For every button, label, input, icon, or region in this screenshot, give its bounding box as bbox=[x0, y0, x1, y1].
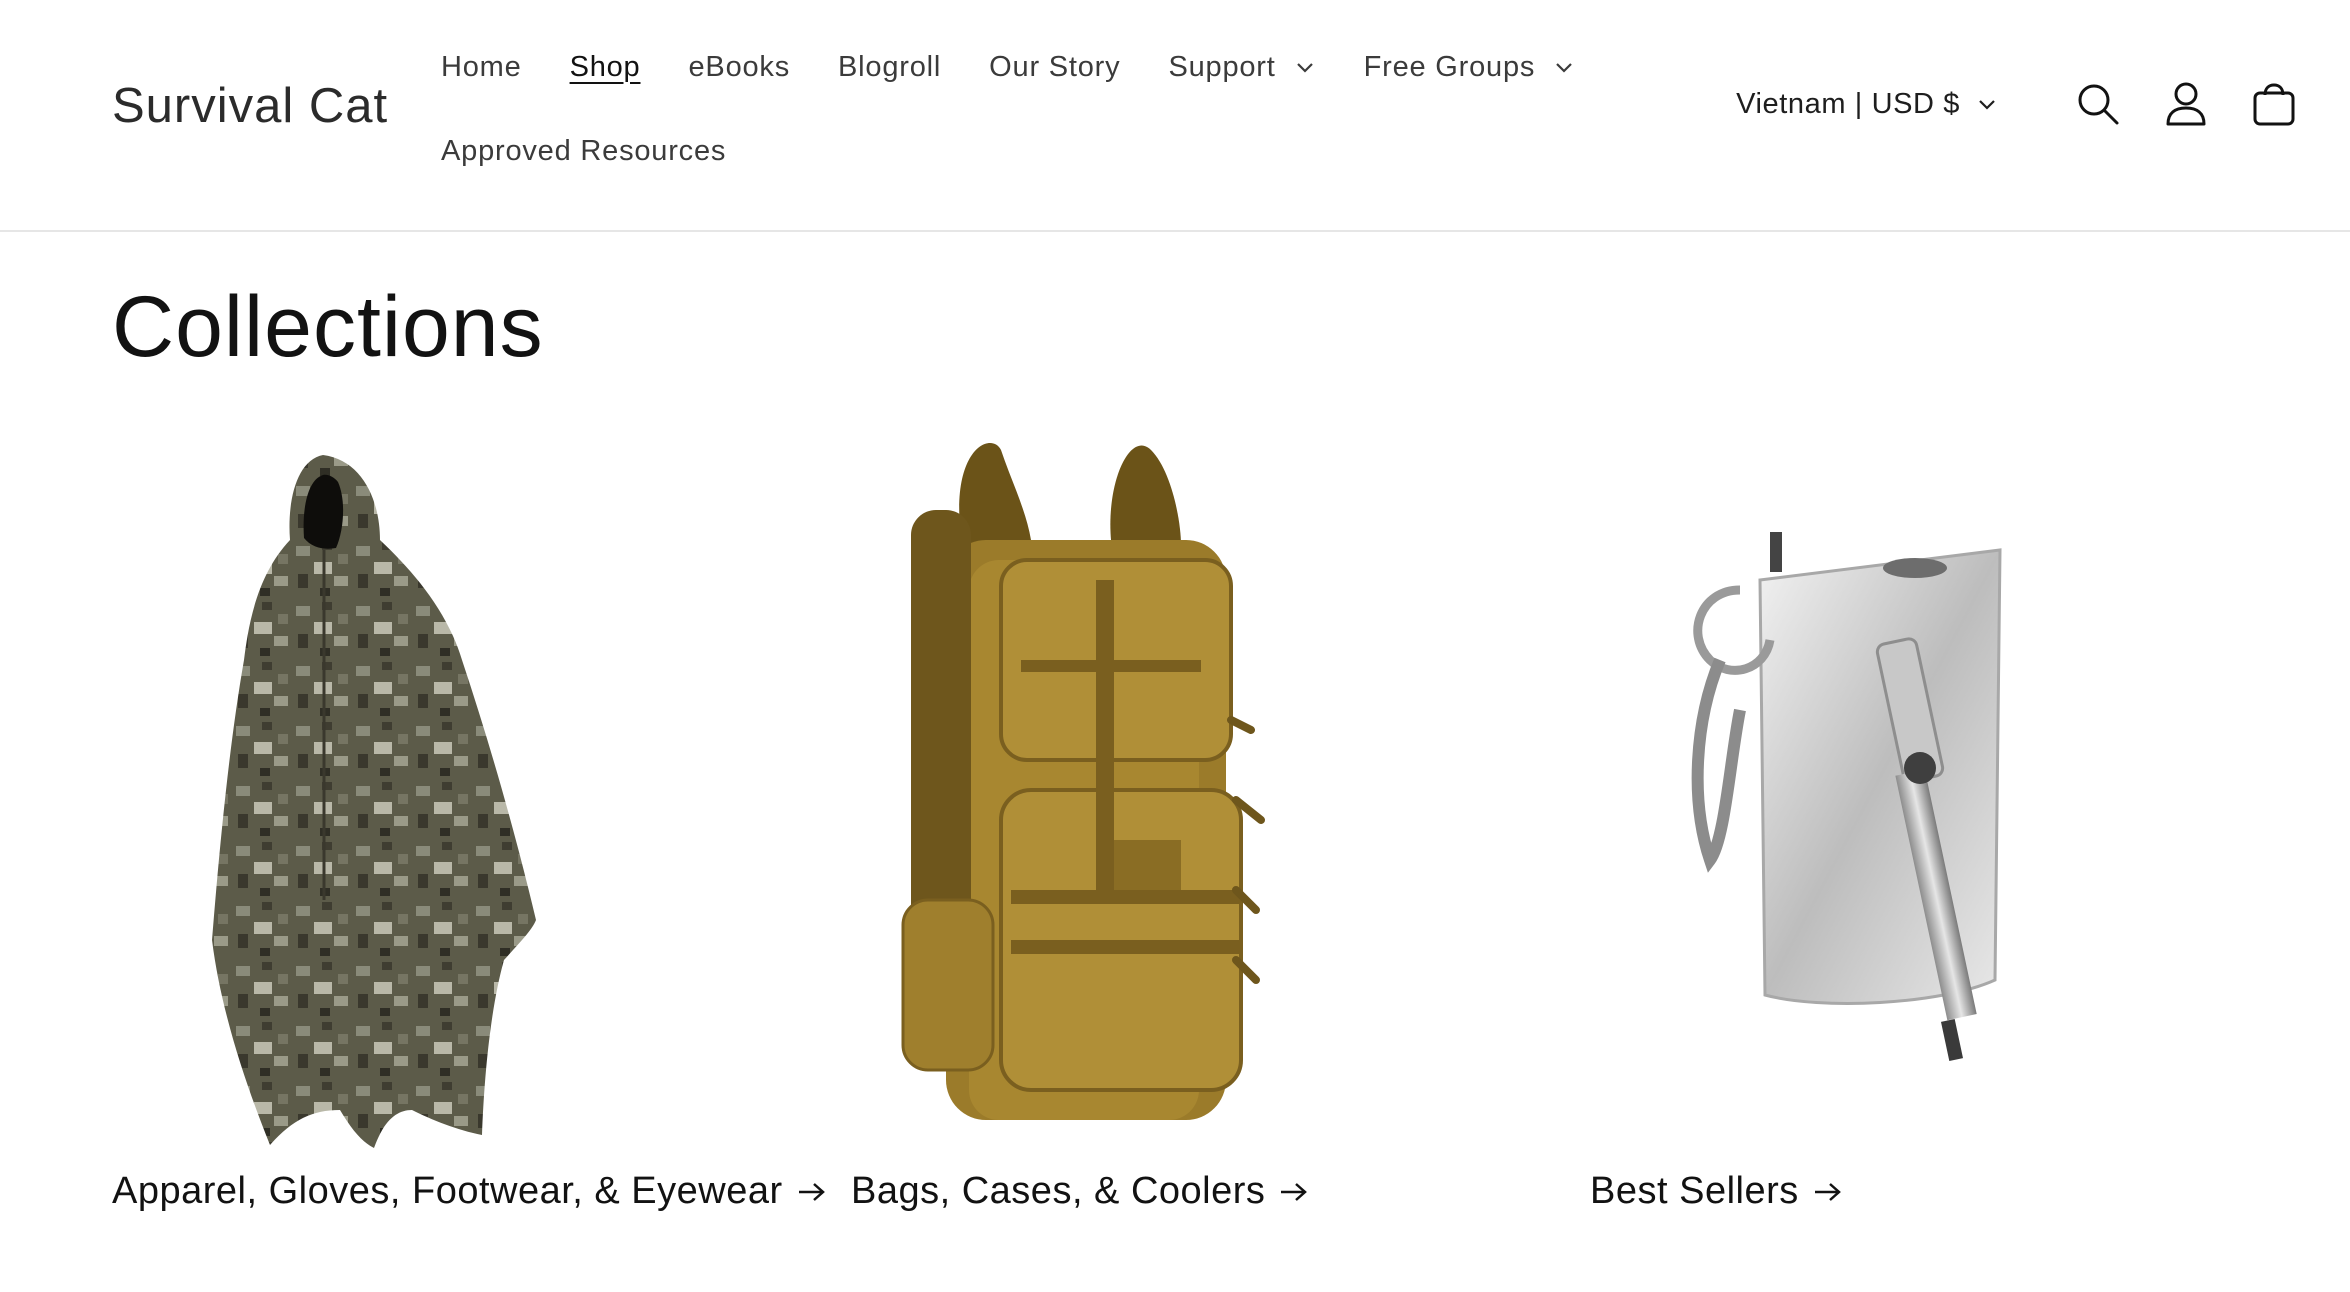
collection-card-best-sellers[interactable]: Best Sellers bbox=[1590, 420, 2280, 1212]
nav-item-free-groups-label: Free Groups bbox=[1363, 50, 1536, 83]
arrow-right-icon bbox=[797, 1180, 827, 1204]
nav-item-support[interactable]: Support bbox=[1168, 51, 1315, 84]
nav-row-1: Home Shop eBooks Blogroll Our Story Supp… bbox=[441, 40, 1591, 94]
cart-icon[interactable] bbox=[2248, 78, 2300, 130]
account-icon[interactable] bbox=[2160, 78, 2212, 130]
collection-link[interactable]: Apparel, Gloves, Footwear, & Eyewear bbox=[112, 1170, 827, 1213]
collection-card-bags[interactable]: Bags, Cases, & Coolers bbox=[851, 420, 1541, 1212]
nav-item-shop[interactable]: Shop bbox=[570, 51, 641, 84]
nav-row-2: Approved Resources bbox=[441, 124, 1591, 178]
tactical-backpack-image bbox=[851, 420, 1541, 1150]
nav-item-blogroll[interactable]: Blogroll bbox=[838, 51, 941, 84]
main-nav: Home Shop eBooks Blogroll Our Story Supp… bbox=[441, 40, 1591, 178]
collection-link[interactable]: Bags, Cases, & Coolers bbox=[851, 1170, 1309, 1213]
collection-label: Bags, Cases, & Coolers bbox=[851, 1170, 1266, 1212]
nav-item-support-label: Support bbox=[1168, 50, 1276, 83]
collection-link[interactable]: Best Sellers bbox=[1590, 1170, 1843, 1213]
page-title: Collections bbox=[112, 279, 544, 375]
site-logo[interactable]: Survival Cat bbox=[112, 78, 388, 134]
country-selector-label: Vietnam | USD $ bbox=[1736, 87, 1960, 120]
chevron-down-icon bbox=[1294, 56, 1316, 78]
collection-card-apparel[interactable]: Apparel, Gloves, Footwear, & Eyewear bbox=[112, 420, 825, 1212]
nav-item-home[interactable]: Home bbox=[441, 51, 522, 84]
chevron-down-icon bbox=[1553, 56, 1575, 78]
chevron-down-icon bbox=[1976, 93, 1998, 115]
collection-label: Best Sellers bbox=[1590, 1170, 1799, 1212]
nav-item-approved-resources[interactable]: Approved Resources bbox=[441, 135, 726, 168]
collection-label: Apparel, Gloves, Footwear, & Eyewear bbox=[112, 1170, 783, 1212]
arrow-right-icon bbox=[1813, 1180, 1843, 1204]
fire-starter-image bbox=[1590, 420, 2280, 1150]
header-utilities: Vietnam | USD $ bbox=[1736, 78, 2300, 130]
camo-poncho-image bbox=[112, 420, 802, 1150]
site-header: Survival Cat Home Shop eBooks Blogroll O… bbox=[0, 0, 2350, 232]
arrow-right-icon bbox=[1279, 1180, 1309, 1204]
nav-item-ebooks[interactable]: eBooks bbox=[689, 51, 791, 84]
nav-item-our-story[interactable]: Our Story bbox=[989, 51, 1120, 84]
country-selector[interactable]: Vietnam | USD $ bbox=[1736, 88, 1998, 121]
nav-item-free-groups[interactable]: Free Groups bbox=[1364, 51, 1576, 84]
search-icon[interactable] bbox=[2072, 78, 2124, 130]
